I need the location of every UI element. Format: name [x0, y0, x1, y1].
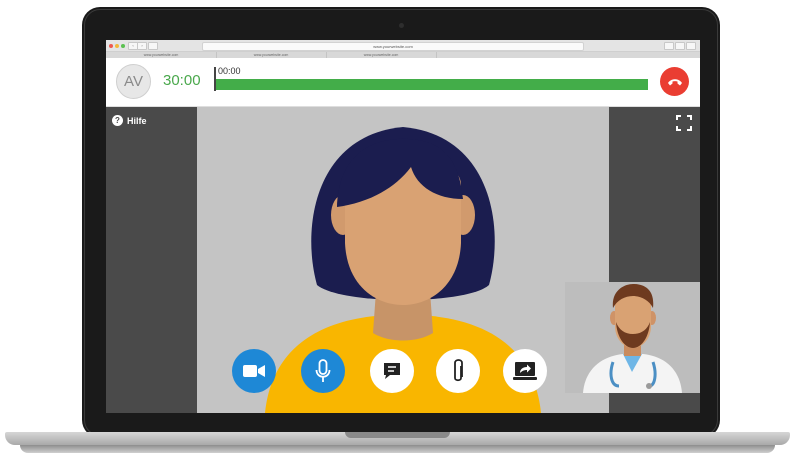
camera-toggle-button[interactable] — [232, 349, 276, 393]
self-view-video[interactable] — [565, 282, 700, 393]
laptop-notch — [345, 432, 450, 438]
share-screen-button[interactable] — [503, 349, 547, 393]
phone-hangup-icon — [667, 78, 682, 85]
fullscreen-icon[interactable] — [676, 115, 692, 131]
question-circle-icon: ? — [112, 115, 123, 126]
webcam-dot — [399, 23, 404, 28]
attachment-button[interactable] — [436, 349, 480, 393]
share-screen-icon — [513, 362, 537, 380]
remaining-time: 30:00 — [163, 72, 201, 89]
forward-button[interactable]: › — [137, 42, 147, 50]
microphone-icon — [315, 359, 331, 382]
microphone-toggle-button[interactable] — [301, 349, 345, 393]
chat-icon — [384, 363, 400, 379]
help-link[interactable]: ? Hilfe — [112, 115, 147, 126]
elapsed-time: 00:00 — [218, 66, 241, 76]
doctor-illustration — [583, 284, 682, 393]
call-progress-fill — [216, 79, 648, 90]
share-button[interactable] — [664, 42, 674, 50]
laptop-screen: ‹ › www.yourwebsite.com www.yourwebsite.… — [106, 40, 700, 413]
minimize-window-dot[interactable] — [115, 44, 119, 48]
close-window-dot[interactable] — [109, 44, 113, 48]
sidebar-button[interactable] — [148, 42, 158, 50]
maximize-window-dot[interactable] — [121, 44, 125, 48]
help-label: Hilfe — [127, 115, 147, 126]
browser-toolbar: ‹ › www.yourwebsite.com — [106, 40, 700, 52]
address-bar[interactable]: www.yourwebsite.com — [202, 42, 584, 51]
chat-button[interactable] — [370, 349, 414, 393]
laptop-base-shadow — [20, 445, 775, 453]
call-progress-bar — [216, 79, 648, 90]
avatar: AV — [116, 64, 151, 99]
tabs-button[interactable] — [675, 42, 685, 50]
settings-button[interactable] — [686, 42, 696, 50]
paperclip-icon — [454, 359, 463, 382]
hang-up-button[interactable] — [660, 67, 689, 96]
video-camera-icon — [243, 365, 265, 377]
